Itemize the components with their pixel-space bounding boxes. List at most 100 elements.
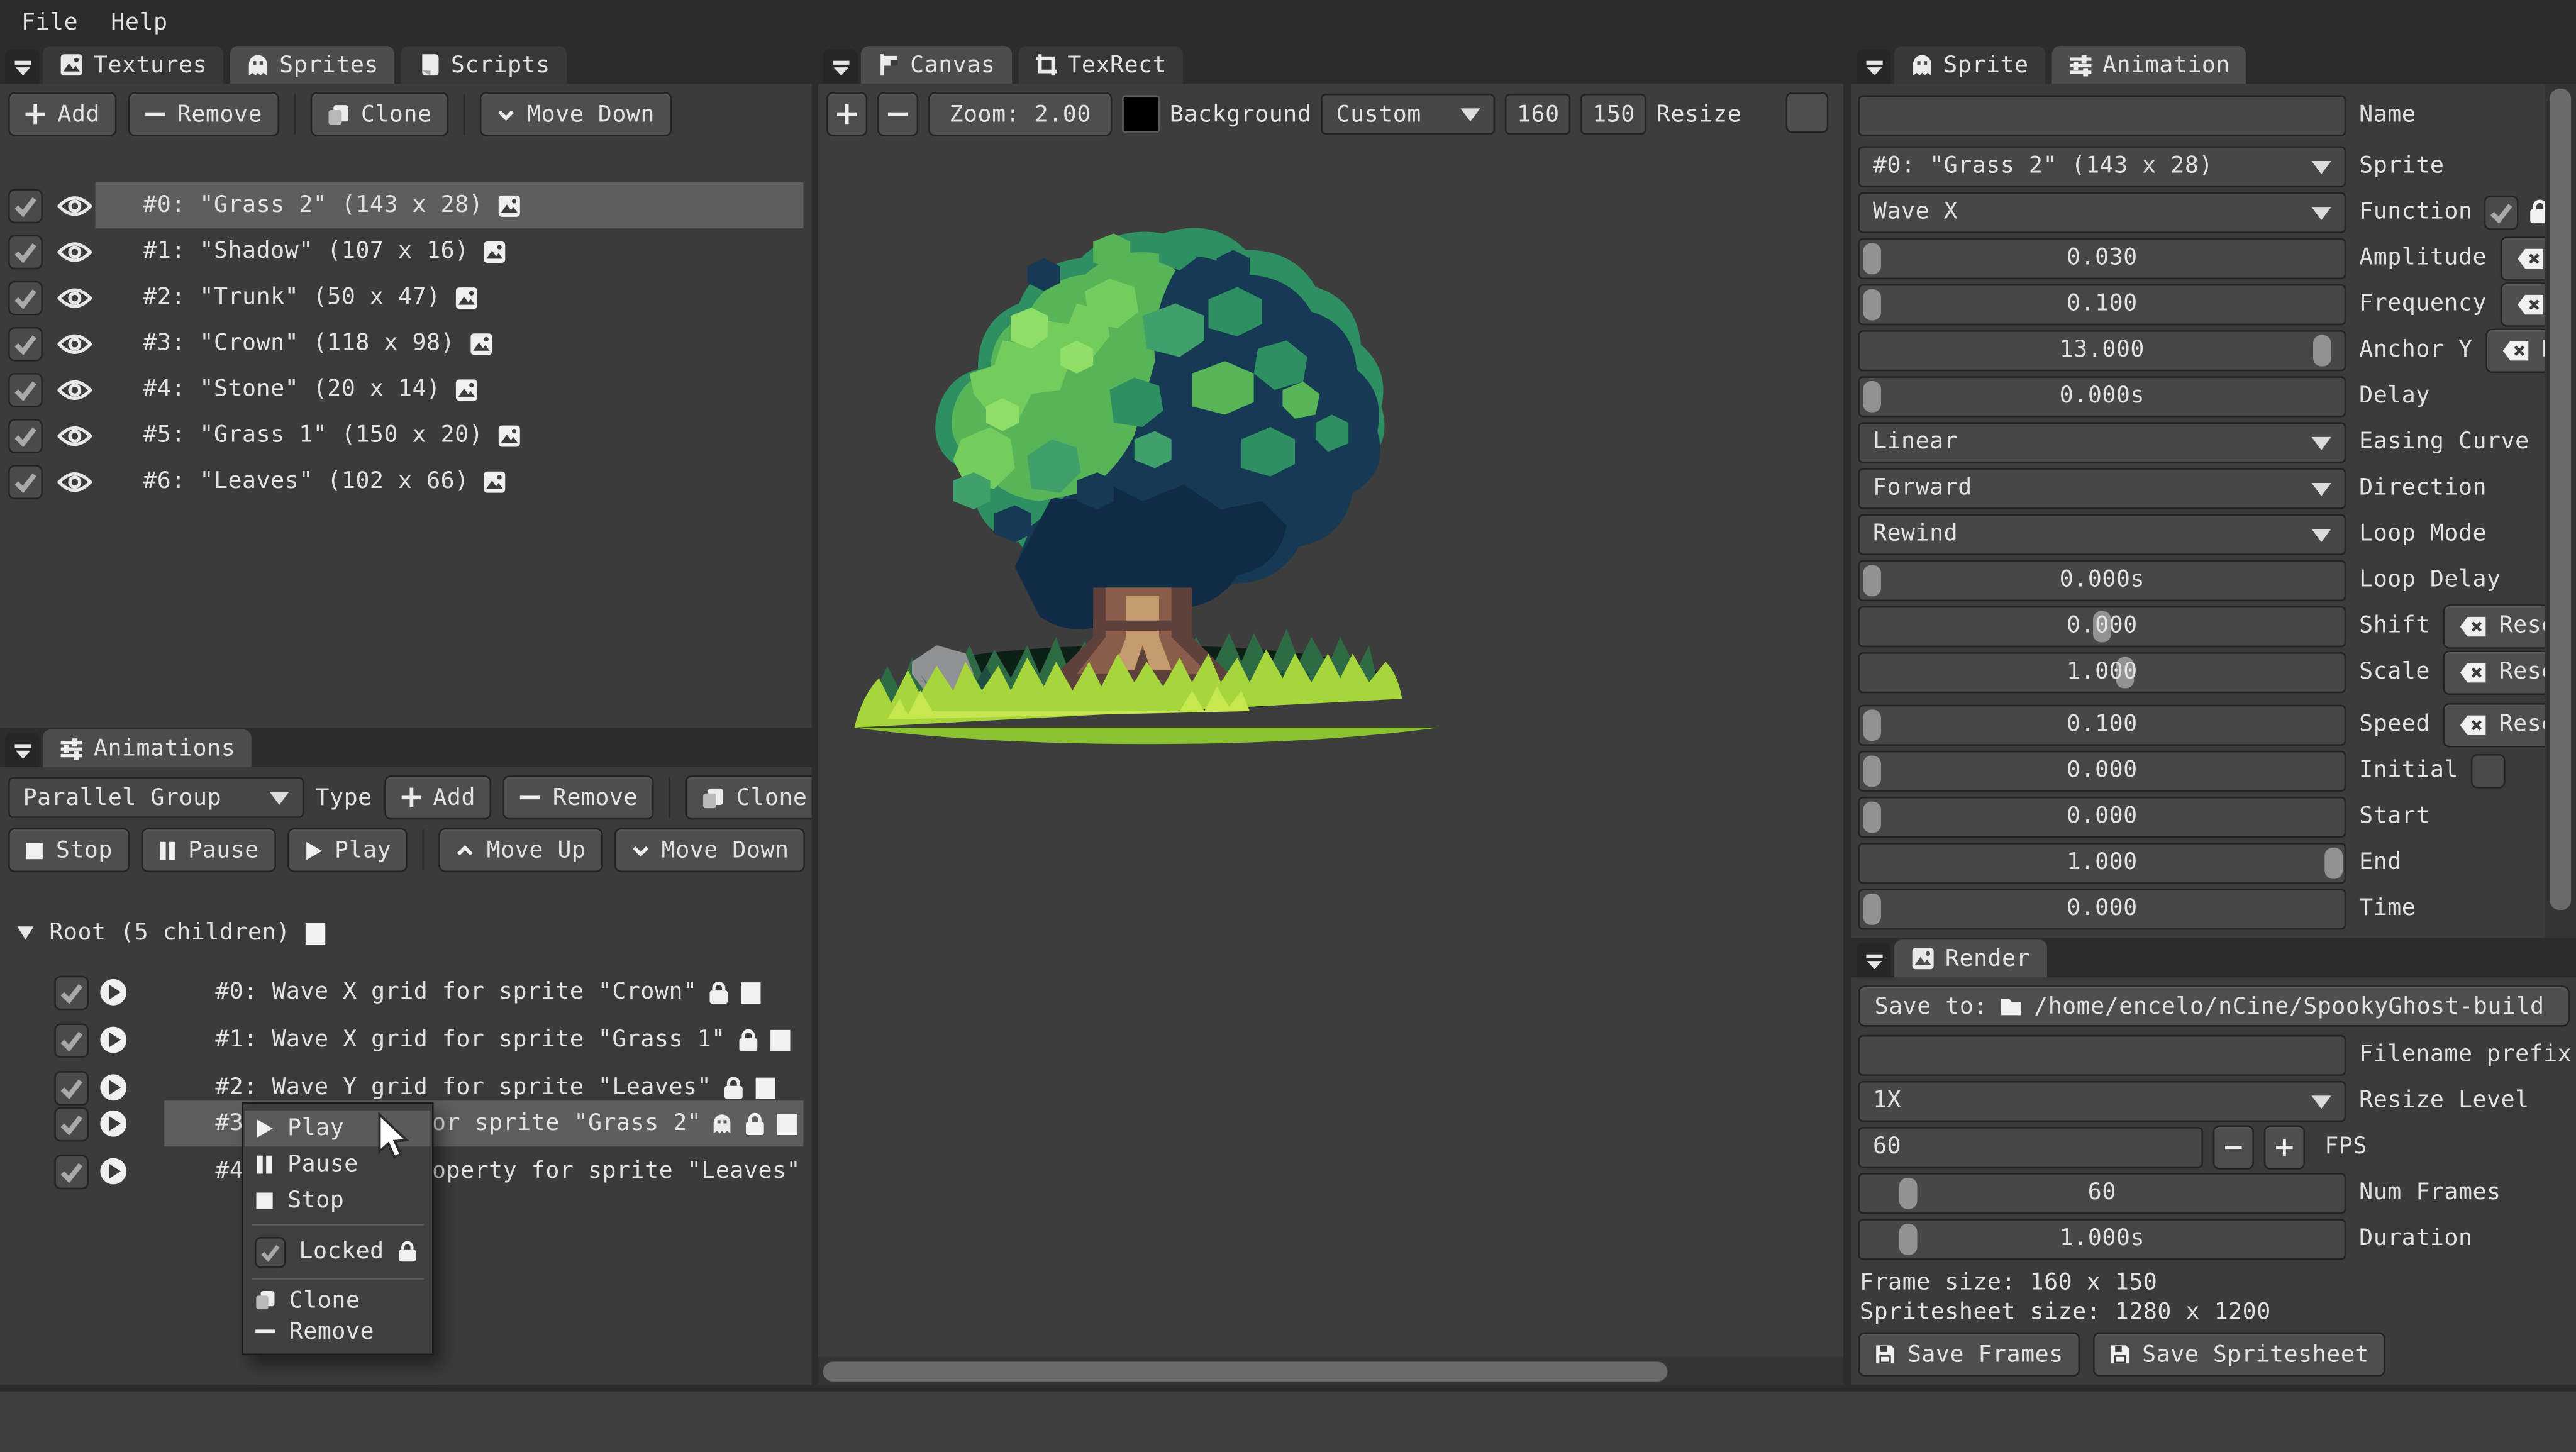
move-sprite-down-button[interactable]: Move Down [479,92,671,136]
canvas-width-field[interactable]: 160 [1506,94,1571,135]
name-input[interactable] [1858,94,2346,135]
background-mode-select[interactable]: Custom [1321,94,1496,135]
stop-button[interactable]: Stop [8,828,129,873]
delay-slider[interactable]: 0.000s [1858,375,2346,416]
sprite-visible-checkbox[interactable] [8,234,43,269]
sprite-select[interactable]: #0: "Grass 2" (143 x 28) [1858,145,2346,186]
anchor-y-slider[interactable]: 13.000 [1858,330,2346,370]
tab-textures[interactable]: Textures [43,46,223,84]
inspector-vscrollbar-thumb[interactable] [2550,89,2571,910]
end-slider[interactable]: 1.000 [1858,842,2346,883]
animation-enabled-checkbox[interactable] [54,1070,89,1105]
eye-icon[interactable] [57,239,92,263]
save-spritesheet-button[interactable]: Save Spritesheet [2093,1333,2385,1377]
zoom-in-button[interactable] [826,92,867,136]
animation-enabled-checkbox[interactable] [54,1106,89,1141]
animation-row[interactable]: #0: Wave X grid for sprite "Crown" [54,971,803,1014]
sprite-visible-checkbox[interactable] [8,280,43,314]
filename-prefix-input[interactable] [1858,1034,2346,1075]
initial-checkbox[interactable] [2472,753,2506,788]
function-enabled-checkbox[interactable] [2484,195,2519,230]
canvas-hscrollbar-thumb[interactable] [823,1361,1668,1380]
tab-canvas[interactable]: Canvas [861,46,1012,84]
context-menu-stop[interactable]: Stop [245,1183,430,1219]
eye-icon[interactable] [57,377,92,402]
resize-level-select[interactable]: 1X [1858,1080,2346,1121]
eye-icon[interactable] [57,423,92,448]
eye-icon[interactable] [57,193,92,218]
context-menu-clone[interactable]: Clone [245,1285,430,1316]
function-select[interactable]: Wave X [1858,191,2346,232]
tree-expand-arrow-icon[interactable] [16,925,35,941]
move-animation-up-button[interactable]: Move Up [439,828,602,873]
animation-type-select[interactable]: Parallel Group [8,777,304,818]
circle-play-icon[interactable] [99,1156,128,1186]
sprite-row[interactable]: #4: "Stone" (20 x 14) [8,368,803,411]
canvas-height-field[interactable]: 150 [1581,94,1646,135]
context-menu-remove[interactable]: Remove [245,1316,430,1347]
tab-list-button[interactable] [1857,49,1891,84]
circle-play-icon[interactable] [99,977,128,1007]
canvas-sprite-tree[interactable] [846,209,1447,745]
save-frames-button[interactable]: Save Frames [1858,1333,2079,1377]
clone-animation-button[interactable]: Clone [686,775,812,820]
add-sprite-button[interactable]: Add [8,92,116,136]
shift-slider[interactable]: 0.000 [1858,606,2346,646]
sprite-visible-checkbox[interactable] [8,326,43,361]
circle-play-icon[interactable] [99,1025,128,1055]
fps-increment-button[interactable] [2264,1124,2305,1169]
clone-sprite-button[interactable]: Clone [310,92,448,136]
time-slider[interactable]: 0.000 [1858,888,2346,929]
animation-enabled-checkbox[interactable] [54,975,89,1009]
speed-slider[interactable]: 0.100 [1858,704,2346,745]
zoom-level-button[interactable]: Zoom: 2.00 [928,92,1113,136]
initial-slider[interactable]: 0.000 [1858,750,2346,790]
background-color-swatch[interactable] [1122,96,1160,133]
tab-list-button[interactable] [5,49,40,84]
locked-checkbox[interactable] [255,1236,286,1268]
context-menu-locked[interactable]: Locked [245,1231,430,1273]
pause-button[interactable]: Pause [140,828,275,873]
loop-mode-select[interactable]: Rewind [1858,513,2346,554]
fps-decrement-button[interactable] [2213,1124,2254,1169]
sprite-row[interactable]: #2: "Trunk" (50 x 47) [8,276,803,319]
tab-render[interactable]: Render [1894,939,2046,977]
play-button[interactable]: Play [287,828,408,873]
save-to-button[interactable]: Save to: /home/encelo/nCine/SpookyGhost-… [1858,985,2569,1026]
sprite-row[interactable]: #0: "Grass 2" (143 x 28) [8,184,803,227]
animation-enabled-checkbox[interactable] [54,1022,89,1057]
tab-list-button[interactable] [823,49,858,84]
sprite-row[interactable]: #6: "Leaves" (102 x 66) [8,460,803,502]
sprite-visible-checkbox[interactable] [8,188,43,223]
tab-list-button[interactable] [1857,943,1891,977]
tab-sprite[interactable]: Sprite [1894,46,2045,84]
tab-scripts[interactable]: Scripts [402,46,567,84]
tab-sprites[interactable]: Sprites [230,46,395,84]
scale-slider[interactable]: 1.000 [1858,651,2346,692]
menu-help[interactable]: Help [94,9,184,35]
canvas-hscrollbar[interactable] [818,1357,1843,1385]
tab-list-button[interactable] [5,733,40,767]
remove-sprite-button[interactable]: Remove [128,92,279,136]
fps-input[interactable]: 60 [1858,1126,2203,1167]
sprite-row[interactable]: #1: "Shadow" (107 x 16) [8,230,803,273]
animation-root-row[interactable]: Root (5 children) [16,912,325,955]
animation-enabled-checkbox[interactable] [54,1154,89,1189]
sprite-visible-checkbox[interactable] [8,372,43,407]
zoom-out-button[interactable] [877,92,918,136]
animation-row[interactable]: #1: Wave X grid for sprite "Grass 1" [54,1019,803,1061]
tab-texrect[interactable]: TexRect [1018,46,1183,84]
start-slider[interactable]: 0.000 [1858,796,2346,837]
sprite-visible-checkbox[interactable] [8,418,43,453]
eye-icon[interactable] [57,285,92,309]
tab-animations[interactable]: Animations [43,729,252,767]
circle-play-icon[interactable] [99,1073,128,1102]
circle-play-icon[interactable] [99,1109,128,1138]
sprite-row[interactable]: #5: "Grass 1" (150 x 20) [8,414,803,457]
inspector-vscrollbar[interactable] [2545,84,2576,938]
add-animation-button[interactable]: Add [384,775,492,820]
num-frames-slider[interactable]: 60 [1858,1172,2346,1213]
resize-apply-button[interactable] [1786,92,1829,133]
frequency-slider[interactable]: 0.100 [1858,284,2346,324]
eye-icon[interactable] [57,331,92,355]
